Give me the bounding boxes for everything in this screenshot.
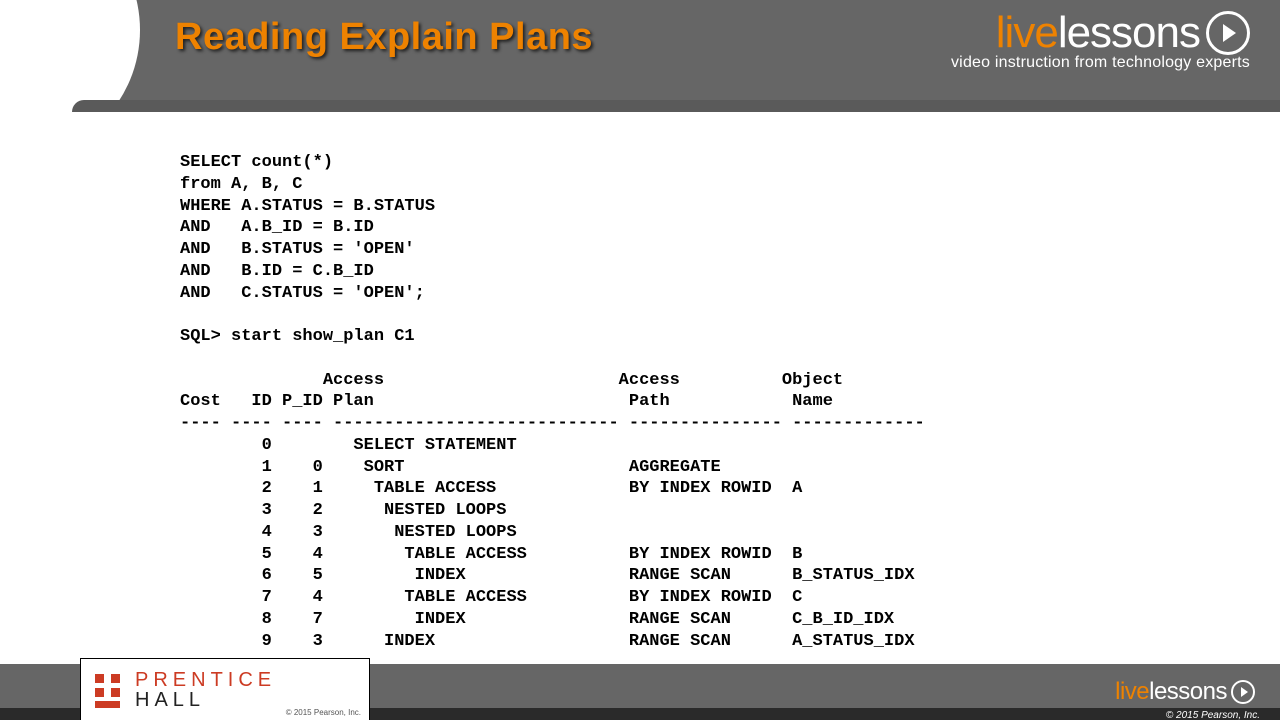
brand-live: live bbox=[996, 8, 1058, 58]
brand-wordmark: livelessons bbox=[996, 8, 1250, 58]
brand-tagline: video instruction from technology expert… bbox=[951, 54, 1250, 72]
title-bar: Reading Explain Plans livelessons video … bbox=[0, 0, 1280, 100]
play-icon-small bbox=[1231, 680, 1255, 704]
slide-footer: © 2015 Pearson, Inc. PRENTICE HALL © 201… bbox=[0, 664, 1280, 720]
brand-lessons: lessons bbox=[1058, 8, 1200, 58]
slide-title: Reading Explain Plans bbox=[175, 16, 593, 59]
publisher-name: PRENTICE HALL bbox=[135, 670, 276, 710]
publisher-row2: HALL bbox=[135, 690, 276, 710]
brand-logo-top: livelessons video instruction from techn… bbox=[951, 8, 1250, 72]
slide-header: Reading Explain Plans livelessons video … bbox=[0, 0, 1280, 100]
publisher-mark-icon bbox=[93, 670, 125, 710]
play-icon bbox=[1206, 11, 1250, 55]
brand-logo-bottom: livelessons bbox=[1115, 678, 1255, 706]
brand-lessons-small: lessons bbox=[1149, 678, 1227, 706]
publisher-row1: PRENTICE bbox=[135, 670, 276, 690]
publisher-copyright: © 2015 Pearson, Inc. bbox=[286, 708, 361, 717]
footer-copyright: © 2015 Pearson, Inc. bbox=[1166, 710, 1260, 720]
sub-strip bbox=[72, 100, 1280, 112]
publisher-tab: PRENTICE HALL © 2015 Pearson, Inc. bbox=[80, 658, 370, 720]
brand-live-small: live bbox=[1115, 678, 1149, 706]
explain-plan-code: SELECT count(*) from A, B, C WHERE A.STA… bbox=[180, 152, 1240, 652]
